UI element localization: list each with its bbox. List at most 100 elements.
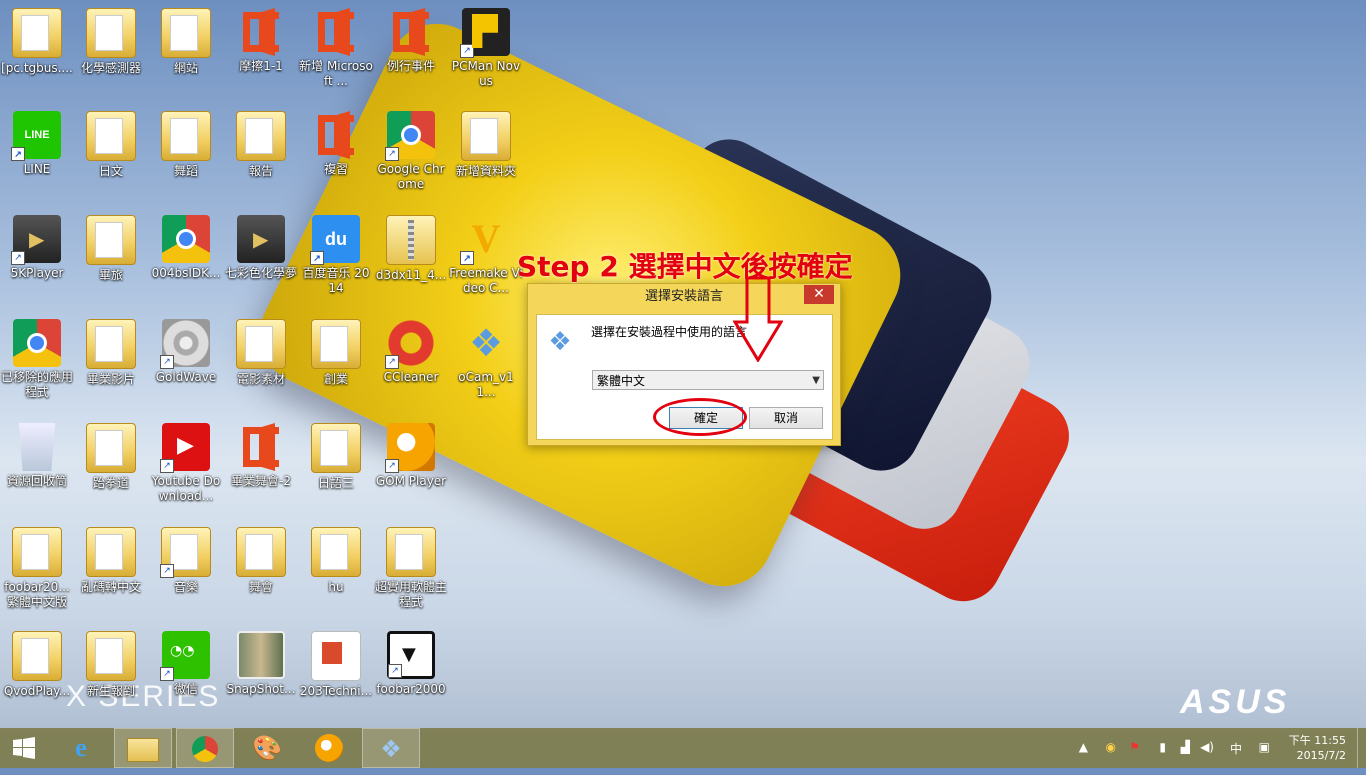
battery-icon[interactable]: ▮	[1159, 740, 1166, 754]
desktop-icon-label: oCam_v11...	[458, 370, 514, 399]
signal-icon[interactable]: ▟	[1181, 740, 1190, 754]
desktop-icon[interactable]: hu	[299, 527, 373, 595]
desktop-icon[interactable]: SnapShot...	[224, 631, 298, 697]
desktop-icon[interactable]: 新增資料夾	[449, 111, 523, 179]
desktop-icon[interactable]: d3dx11_4...	[374, 215, 448, 283]
desktop-icon-label: Youtube Download...	[151, 474, 221, 503]
desktop-icon[interactable]: ↗ 音樂	[149, 527, 223, 595]
desktop-icon[interactable]: 舞蹈	[149, 111, 223, 179]
desktop-icon[interactable]: 新生報到	[74, 631, 148, 699]
desktop-icon[interactable]: ↗ CCleaner	[374, 319, 448, 385]
desktop-icon[interactable]: 報告	[224, 111, 298, 179]
chrome-icon	[192, 736, 218, 762]
folder-icon	[311, 423, 361, 473]
desktop-icon-label: CCleaner	[383, 370, 439, 384]
desktop-icon[interactable]: 七彩色化學夢	[224, 215, 298, 281]
baidu-icon: du ↗	[310, 215, 360, 265]
dialog-message: 選擇在安裝過程中使用的語言	[591, 325, 748, 339]
desktop-icon-label: PCMan Novus	[451, 59, 521, 88]
annotation-ellipse	[653, 398, 747, 436]
folder-icon	[311, 527, 361, 577]
language-select[interactable]: 繁體中文 ▼	[592, 370, 824, 390]
desktop-icon-label: 新增 Microsoft ...	[299, 59, 373, 88]
desktop-icon[interactable]: V ↗ Freemake Video C...	[449, 215, 523, 296]
desktop-icon[interactable]: 畢旅	[74, 215, 148, 283]
desktop-icon-label: 203Techni...	[299, 684, 373, 698]
desktop-icon[interactable]: 網站	[149, 8, 223, 76]
desktop-icon-label: 畢旅	[98, 268, 123, 282]
desktop-icon[interactable]: 跆拳道	[74, 423, 148, 491]
folder-icon	[236, 111, 286, 161]
keyboard-icon[interactable]: ▣	[1259, 740, 1270, 754]
desktop-icon[interactable]: ↗微信	[149, 631, 223, 697]
desktop-icon[interactable]: LINE ↗ LINE	[0, 111, 74, 177]
taskbar-file-explorer[interactable]	[114, 728, 172, 768]
desktop-icon-label: 跆拳道	[92, 476, 129, 490]
desktop-icon-label: foobar2000	[376, 682, 446, 696]
shortcut-arrow-icon: ↗	[160, 459, 174, 473]
desktop-icon[interactable]: ↗ PCMan Novus	[449, 8, 523, 89]
folder-icon	[86, 215, 136, 265]
desktop-icon[interactable]: 亂碼轉中文	[74, 527, 148, 595]
desktop-icon-label: GoldWave	[155, 370, 217, 384]
taskbar-ie[interactable]: e	[52, 728, 110, 768]
desktop-icon[interactable]: 004bsIDK...	[149, 215, 223, 281]
desktop-icon[interactable]: du ↗ 百度音乐 2014	[299, 215, 373, 296]
folder-icon	[12, 527, 62, 577]
shortcut-arrow-icon: ↗	[385, 147, 399, 161]
desktop-icon[interactable]: 畢業影片	[74, 319, 148, 387]
volume-icon[interactable]: ◀)	[1200, 740, 1214, 754]
desktop-icon[interactable]: ↗Youtube Download...	[149, 423, 223, 504]
dialog-title: 選擇安裝語言	[644, 289, 723, 304]
desktop-icon[interactable]: 畢業舞會-2	[224, 423, 298, 489]
desktop-icon[interactable]: 日文	[74, 111, 148, 179]
taskbar-chrome[interactable]	[176, 728, 234, 768]
desktop-icon[interactable]: 摩擦1-1	[224, 8, 298, 74]
flag-icon[interactable]: ⚑	[1129, 740, 1140, 754]
desktop-icon[interactable]: 創業	[299, 319, 373, 387]
network-alert-icon[interactable]: ◉	[1106, 740, 1116, 754]
show-hidden-icon[interactable]: ▲	[1079, 740, 1088, 754]
desktop-icon[interactable]: ↗ Google Chrome	[374, 111, 448, 192]
desktop-icon[interactable]: ❖ oCam_v11...	[449, 319, 523, 400]
desktop-icon[interactable]: 超實用軟體主程式	[374, 527, 448, 610]
ime-indicator[interactable]: 中	[1230, 740, 1242, 757]
dialog-close-button[interactable]: ✕	[804, 285, 834, 304]
taskbar-gom[interactable]	[300, 728, 358, 768]
desktop-icon[interactable]: [pc.tgbus....	[0, 8, 74, 76]
desktop-icon[interactable]: 例行事件	[374, 8, 448, 74]
desktop-icon-label: 報告	[248, 164, 273, 178]
folder-icon	[386, 527, 436, 577]
desktop-icon-label: 例行事件	[386, 59, 435, 73]
desktop-icon[interactable]: 日語三	[299, 423, 373, 491]
desktop-icon[interactable]: foobar20... 繁體中文版	[0, 527, 74, 610]
desktop-icon[interactable]: 203Techni...	[299, 631, 373, 699]
folder-icon	[86, 527, 136, 577]
desktop-icon[interactable]: ↗ GoldWave	[149, 319, 223, 385]
desktop-icon[interactable]: 舞會	[224, 527, 298, 595]
desktop-icon[interactable]: 資源回收筒	[0, 423, 74, 489]
pdf-icon	[311, 631, 361, 681]
clock[interactable]: 下午 11:55 2015/7/2	[1289, 733, 1346, 763]
desktop-icon-label: 日文	[98, 164, 123, 178]
desktop-icon-label: 資源回收筒	[6, 474, 67, 488]
desktop-icon[interactable]: 已移除的應用程式	[0, 319, 74, 400]
cancel-button[interactable]: 取消	[749, 407, 823, 429]
desktop-icon[interactable]: ↗5KPlayer	[0, 215, 74, 281]
desktop-icon-label: foobar20... 繁體中文版	[4, 580, 70, 609]
desktop-icon[interactable]: QvodPlay...	[0, 631, 74, 699]
desktop-icon-label: 百度音乐 2014	[302, 266, 370, 295]
desktop-icon[interactable]: 電影素材	[224, 319, 298, 387]
show-desktop-button[interactable]	[1357, 728, 1366, 768]
desktop-icon[interactable]: 新增 Microsoft ...	[299, 8, 373, 89]
taskbar-installer[interactable]: ❖	[362, 728, 420, 768]
taskbar-paint[interactable]: 🎨	[238, 728, 296, 768]
desktop-icon[interactable]: ↗ GOM Player	[374, 423, 448, 489]
desktop-icon[interactable]: 化學感測器	[74, 8, 148, 76]
desktop-icon[interactable]: 複習	[299, 111, 373, 177]
gom-icon: ↗	[385, 423, 435, 473]
start-button[interactable]	[0, 728, 48, 768]
line-icon: LINE ↗	[11, 111, 61, 161]
clock-time: 下午 11:55	[1288, 734, 1346, 747]
desktop-icon[interactable]: ↗ foobar2000	[374, 631, 448, 697]
